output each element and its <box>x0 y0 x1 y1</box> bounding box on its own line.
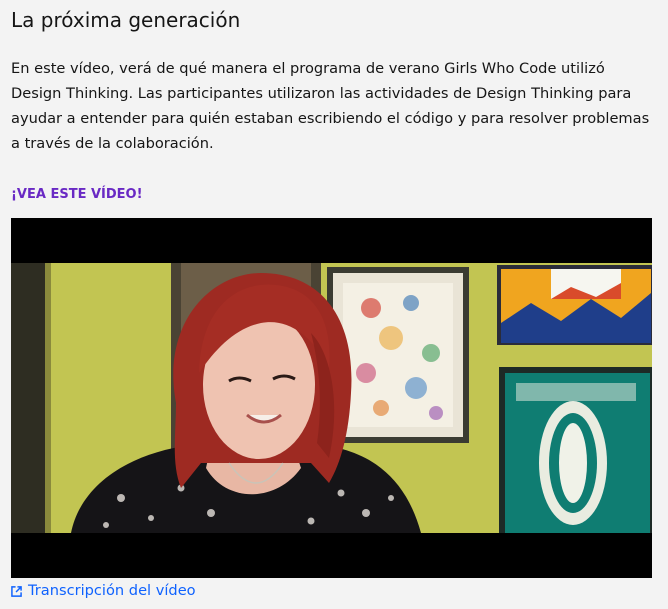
video-section: La próxima generación En este vídeo, ver… <box>0 0 668 609</box>
video-frame <box>11 263 652 533</box>
external-link-icon <box>11 585 22 597</box>
section-description: En este vídeo, verá de qué manera el pro… <box>11 60 650 152</box>
video-transcript-link[interactable]: Transcripción del vídeo <box>11 581 196 601</box>
watch-video-link[interactable]: ¡VEA ESTE VÍDEO! <box>11 185 143 205</box>
transcript-label: Transcripción del vídeo <box>28 582 196 599</box>
section-title: La próxima generación <box>11 8 241 32</box>
video-still-image <box>11 263 652 533</box>
video-player[interactable] <box>11 218 652 578</box>
